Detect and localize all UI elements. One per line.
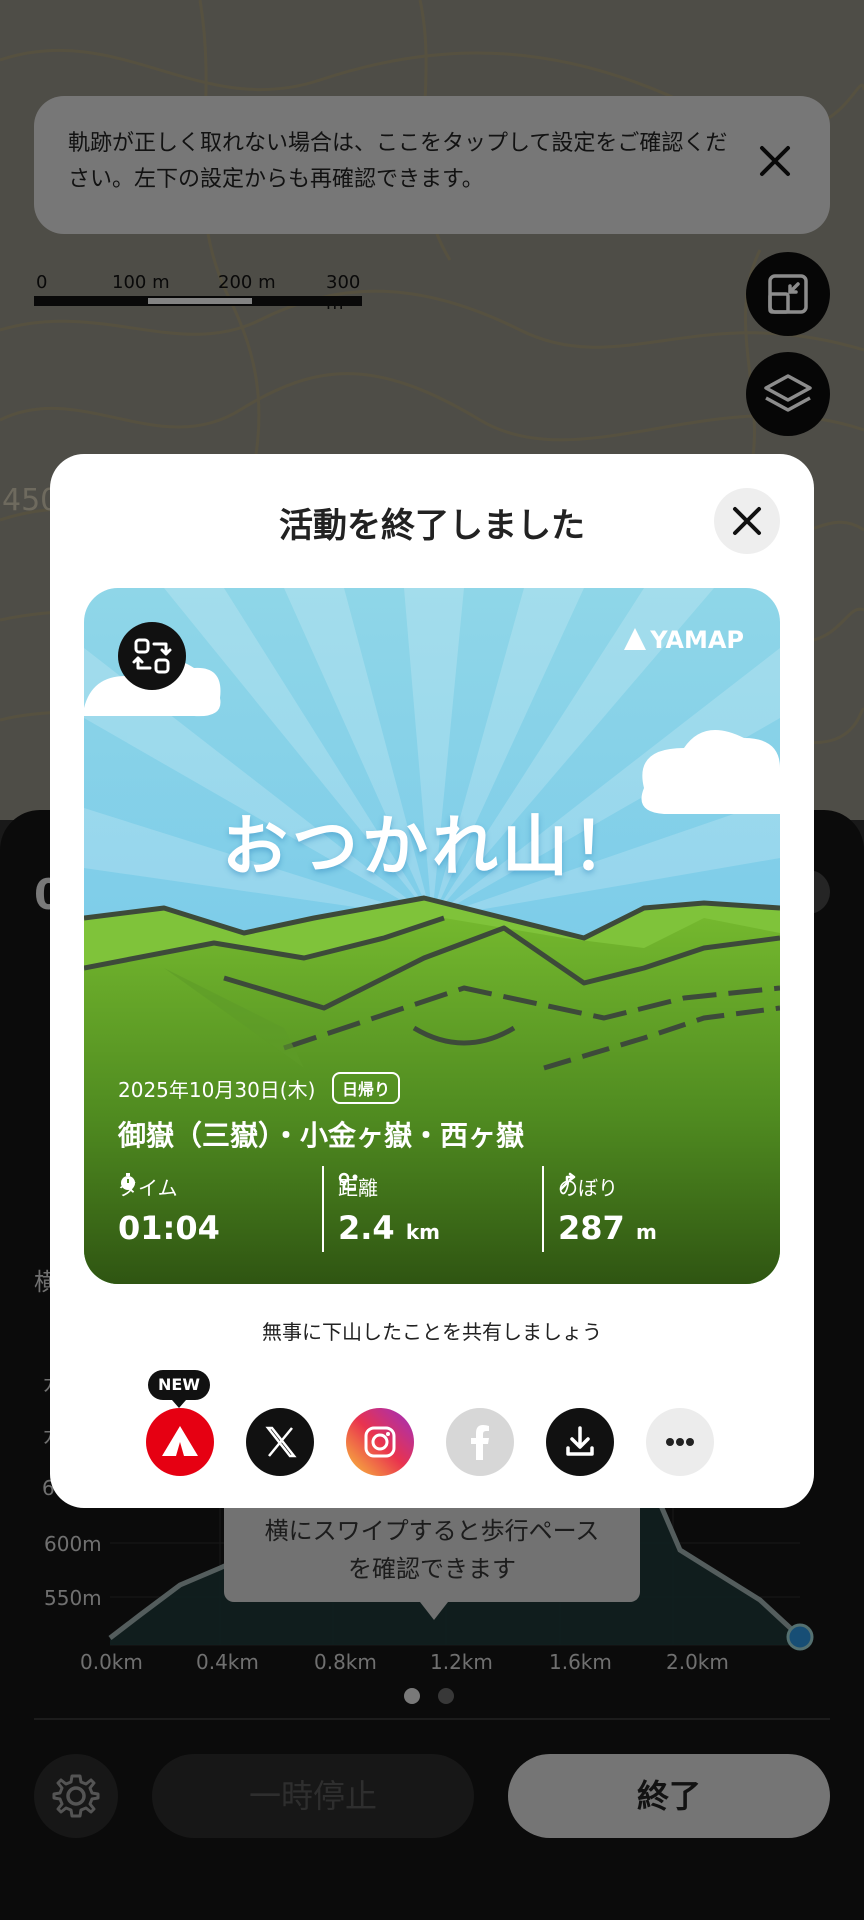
x-icon	[265, 1426, 297, 1458]
yamap-icon	[162, 1426, 198, 1456]
instagram-icon	[364, 1426, 396, 1458]
dialog-close-button[interactable]	[714, 488, 780, 554]
stat-ascent: のぼり 287 m	[558, 1172, 657, 1247]
facebook-icon	[471, 1425, 489, 1460]
new-badge: NEW	[148, 1370, 210, 1408]
activity-summary-card: YAMAP おつかれ山！ 2025年10月30日(木) 日帰り 御嶽（三嶽）・小…	[84, 588, 780, 1284]
swap-icon	[132, 638, 172, 674]
route-icon	[338, 1172, 358, 1191]
route-name: 御嶽（三嶽）・小金ヶ嶽・西ヶ嶽	[118, 1119, 525, 1152]
share-instagram-button[interactable]	[346, 1408, 414, 1476]
more-icon	[666, 1438, 694, 1446]
timer-icon	[121, 1173, 135, 1190]
activity-finished-dialog: 活動を終了しました YAMAP おつかれ山！ 2025年10月30日(木) 日帰…	[50, 454, 814, 1508]
close-icon	[733, 507, 761, 535]
share-more-button[interactable]	[646, 1408, 714, 1476]
download-icon	[566, 1426, 594, 1456]
card-switch-button[interactable]	[118, 622, 186, 690]
share-x-button[interactable]	[246, 1408, 314, 1476]
yamap-logo: YAMAP	[624, 626, 744, 654]
activity-date: 2025年10月30日(木)	[118, 1078, 316, 1102]
day-trip-badge: 日帰り	[332, 1072, 401, 1104]
stat-distance: 距離 2.4 km	[338, 1172, 440, 1247]
share-facebook-button[interactable]	[446, 1408, 514, 1476]
download-button[interactable]	[546, 1408, 614, 1476]
card-headline: おつかれ山！	[222, 808, 642, 885]
stat-time: タイム 01:04	[118, 1172, 220, 1247]
share-yamap-button[interactable]	[146, 1408, 214, 1476]
share-prompt: 無事に下山したことを共有しましょう	[262, 1320, 602, 1344]
dialog-title: 活動を終了しました	[279, 506, 585, 546]
ascent-icon	[559, 1172, 576, 1191]
